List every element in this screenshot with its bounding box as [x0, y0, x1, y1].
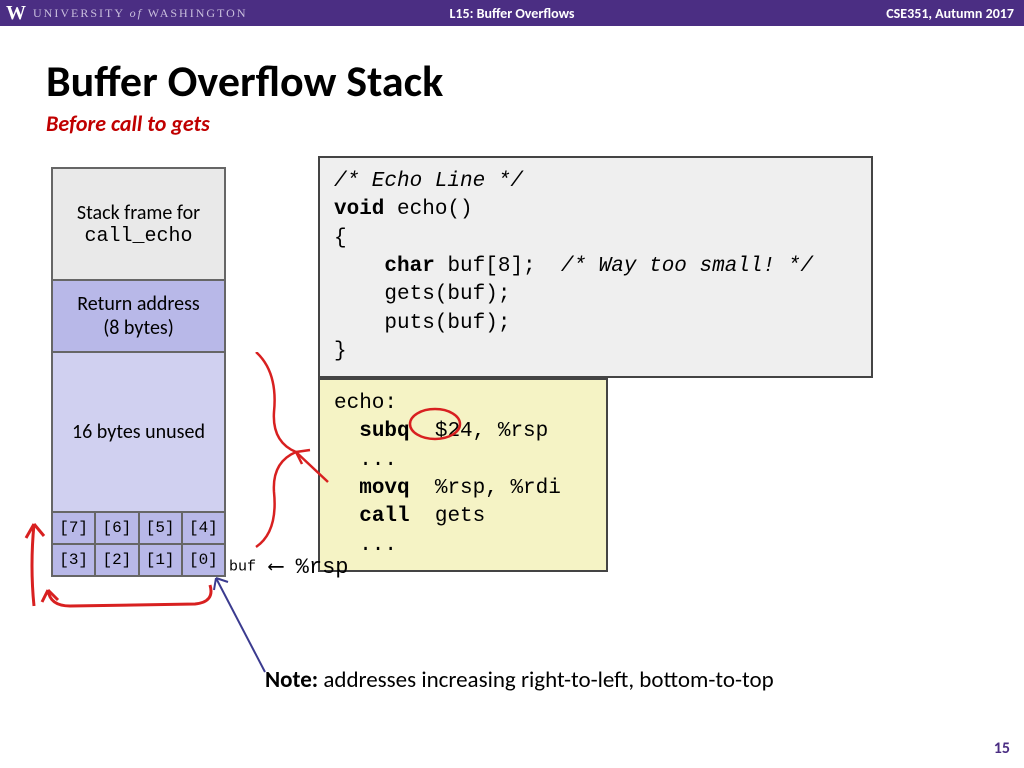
buf-cell: [5]	[139, 512, 182, 544]
code-block-c: /* Echo Line */ void echo() { char buf[8…	[318, 156, 873, 378]
slide-header: W UNIVERSITY of WASHINGTON L15: Buffer O…	[0, 0, 1024, 26]
stack-buf-row-2: [3] [2] [1] [0]	[52, 544, 225, 576]
course-id: CSE351, Autumn 2017	[886, 5, 1024, 22]
annotation-underline-arrow	[40, 580, 240, 620]
buf-cell: [1]	[139, 544, 182, 576]
buf-cell: [2]	[95, 544, 138, 576]
buf-cell: [6]	[95, 512, 138, 544]
unused-label: 16 bytes unused	[72, 420, 205, 444]
lecture-title: L15: Buffer Overflows	[449, 5, 574, 22]
university-name: UNIVERSITY of WASHINGTON	[33, 6, 247, 21]
buf-cell: [4]	[182, 512, 225, 544]
stack-buf-row-1: [7] [6] [5] [4]	[52, 512, 225, 544]
page-number: 15	[994, 739, 1010, 758]
stack-frame-label-1: Stack frame for	[77, 201, 200, 225]
note-label: Note:	[265, 666, 318, 694]
stack-return-address: Return address (8 bytes)	[52, 280, 225, 352]
stack-diagram: Stack frame for call_echo Return address…	[51, 167, 226, 577]
annotation-up-arrow	[16, 516, 56, 616]
ret-label-1: Return address	[77, 292, 199, 316]
note-body: addresses increasing right-to-left, bott…	[318, 666, 774, 694]
rsp-pointer-label: buf ⟵ %rsp	[229, 554, 348, 580]
note-text: Note: addresses increasing right-to-left…	[265, 666, 774, 694]
rsp-register: %rsp	[296, 555, 349, 580]
slide-subtitle: Before call to gets	[0, 108, 1024, 141]
slide-title: Buffer Overflow Stack	[0, 26, 1024, 108]
buf-label: buf	[229, 559, 256, 576]
ret-label-2: (8 bytes)	[103, 316, 174, 340]
stack-frame-label-2: call_echo	[84, 225, 192, 248]
stack-frame-call-echo: Stack frame for call_echo	[52, 168, 225, 280]
buf-cell: [0]	[182, 544, 225, 576]
buf-cell: [3]	[52, 544, 95, 576]
left-arrow-icon: ⟵	[269, 555, 282, 580]
uw-logo: W UNIVERSITY of WASHINGTON	[0, 2, 247, 25]
uw-w-icon: W	[6, 2, 25, 25]
buf-cell: [7]	[52, 512, 95, 544]
stack-unused: 16 bytes unused	[52, 352, 225, 512]
annotation-note-arrow	[210, 572, 280, 677]
code-block-asm: echo: subq $24, %rsp ... movq %rsp, %rdi…	[318, 378, 608, 572]
